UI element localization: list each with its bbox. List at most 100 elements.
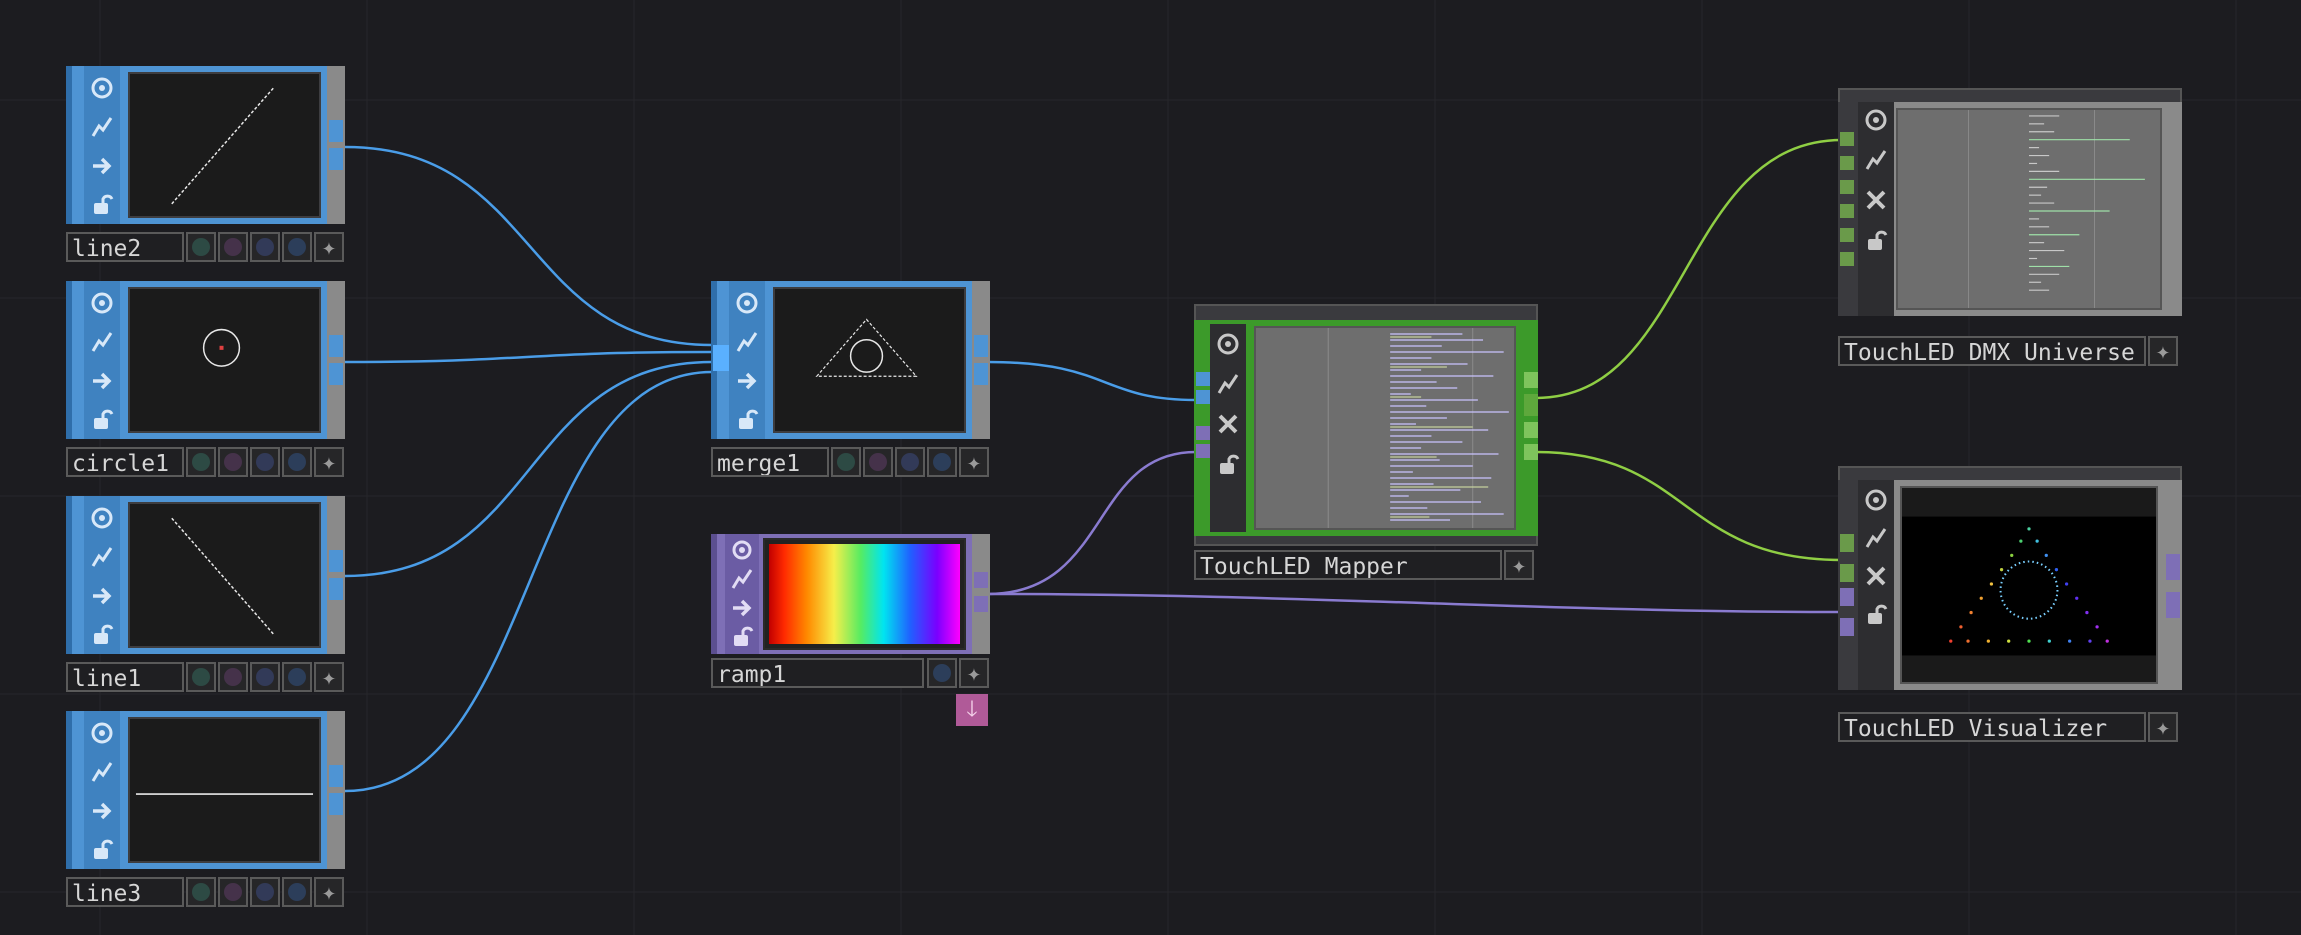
wire-circle1-merge1[interactable] — [344, 350, 713, 364]
bypass-icon[interactable] — [733, 328, 761, 356]
node-line3[interactable]: line3 ✦ — [66, 711, 345, 907]
lock-icon[interactable] — [88, 835, 116, 863]
node-merge1-output-connector-2[interactable] — [974, 363, 988, 385]
display-flag-icon[interactable] — [250, 232, 280, 262]
node-line1-output-connector[interactable] — [329, 550, 343, 572]
render-flag-icon[interactable] — [282, 877, 312, 907]
lock-icon[interactable] — [88, 405, 116, 433]
node-circle1[interactable]: circle1 ✦ — [66, 281, 345, 477]
node-ramp1[interactable]: ramp1 ✦ 🡓 — [711, 534, 990, 728]
render-flag-icon[interactable] — [282, 232, 312, 262]
dmx-input-connector-5[interactable] — [1840, 228, 1854, 242]
node-line1-label[interactable]: line1 — [66, 662, 184, 692]
wire-ramp1-mapper[interactable] — [987, 450, 1197, 596]
display-icon[interactable] — [88, 797, 116, 825]
node-dmx-label[interactable]: TouchLED_DMX_Universe — [1838, 336, 2146, 366]
viewer-active-icon[interactable] — [218, 877, 248, 907]
node-circle1-output-connector-2[interactable] — [329, 363, 343, 385]
node-line1[interactable]: line1 ✦ — [66, 496, 345, 692]
node-line3-output-connector[interactable] — [329, 765, 343, 787]
wire-line2-merge1[interactable] — [344, 145, 713, 347]
mapper-input-connector-1[interactable] — [1196, 372, 1210, 386]
display-flag-icon[interactable] — [250, 877, 280, 907]
visualizer-input-connector-4[interactable] — [1840, 618, 1854, 636]
viewer-icon[interactable] — [728, 536, 756, 564]
render-flag-icon[interactable] — [282, 447, 312, 477]
display-icon[interactable] — [728, 594, 756, 622]
viewer-icon[interactable] — [88, 289, 116, 317]
wire-line1-merge1[interactable] — [344, 360, 713, 578]
node-merge1-label[interactable]: merge1 — [711, 447, 829, 477]
render-flag-icon[interactable] — [282, 662, 312, 692]
mapper-input-connector-2[interactable] — [1196, 390, 1210, 404]
viewer-icon[interactable] — [1862, 486, 1890, 514]
mapper-output-connector-2[interactable] — [1524, 394, 1538, 416]
visualizer-output-connector-2[interactable] — [2166, 592, 2180, 618]
cooking-off-icon[interactable] — [1862, 186, 1890, 214]
bypass-icon[interactable] — [1862, 146, 1890, 174]
node-ramp1-output-connector[interactable] — [974, 572, 988, 588]
lock-icon[interactable] — [733, 405, 761, 433]
node-circle1-output-connector[interactable] — [329, 335, 343, 357]
add-icon[interactable]: ✦ — [1504, 550, 1534, 580]
lock-icon[interactable] — [88, 620, 116, 648]
cooking-off-icon[interactable] — [1214, 410, 1242, 438]
display-icon[interactable] — [88, 367, 116, 395]
cooking-off-icon[interactable] — [831, 447, 861, 477]
node-line2[interactable]: line2 ✦ — [66, 66, 345, 262]
display-icon[interactable] — [88, 582, 116, 610]
add-icon[interactable]: ✦ — [314, 447, 344, 477]
cooking-off-icon[interactable] — [186, 232, 216, 262]
mapper-output-connector-1[interactable] — [1524, 372, 1538, 388]
mapper-output-connector-3[interactable] — [1524, 422, 1538, 438]
node-line2-output-connector-2[interactable] — [329, 148, 343, 170]
cooking-off-icon[interactable] — [186, 662, 216, 692]
mapper-input-connector-3[interactable] — [1196, 426, 1210, 440]
node-visualizer-label[interactable]: TouchLED_Visualizer — [1838, 712, 2146, 742]
node-touchled-visualizer[interactable]: TouchLED_Visualizer ✦ — [1838, 466, 2182, 742]
lock-icon[interactable] — [88, 190, 116, 218]
add-icon[interactable]: ✦ — [959, 447, 989, 477]
node-line2-label[interactable]: line2 — [66, 232, 184, 262]
cooking-off-icon[interactable] — [186, 877, 216, 907]
dmx-input-connector-1[interactable] — [1840, 132, 1854, 146]
add-icon[interactable]: ✦ — [2148, 336, 2178, 366]
bypass-icon[interactable] — [88, 543, 116, 571]
bypass-icon[interactable] — [728, 565, 756, 593]
display-flag-icon[interactable] — [250, 447, 280, 477]
wire-mapper-visualizer[interactable] — [1535, 450, 1843, 562]
bypass-icon[interactable] — [1214, 370, 1242, 398]
lock-icon[interactable] — [728, 622, 756, 650]
bypass-icon[interactable] — [88, 113, 116, 141]
viewer-icon[interactable] — [88, 74, 116, 102]
viewer-active-icon[interactable] — [218, 447, 248, 477]
lock-icon[interactable] — [1862, 226, 1890, 254]
add-icon[interactable]: ✦ — [314, 232, 344, 262]
visualizer-output-connector-1[interactable] — [2166, 554, 2180, 580]
dmx-input-connector-3[interactable] — [1840, 180, 1854, 194]
mapper-output-connector-4[interactable] — [1524, 444, 1538, 460]
display-icon[interactable] — [733, 367, 761, 395]
viewer-active-icon[interactable] — [218, 232, 248, 262]
viewer-active-icon[interactable] — [863, 447, 893, 477]
mapper-input-connector-4[interactable] — [1196, 444, 1210, 458]
display-icon[interactable] — [88, 152, 116, 180]
node-merge1-input-connector[interactable] — [713, 345, 729, 371]
viewer-active-icon[interactable] — [218, 662, 248, 692]
dmx-input-connector-2[interactable] — [1840, 156, 1854, 170]
node-mapper-label[interactable]: TouchLED_Mapper — [1194, 550, 1502, 580]
render-flag-icon[interactable] — [927, 447, 957, 477]
add-icon[interactable]: ✦ — [959, 658, 989, 688]
viewer-icon[interactable] — [733, 289, 761, 317]
node-line3-output-connector-2[interactable] — [329, 793, 343, 815]
wire-mapper-dmx[interactable] — [1535, 138, 1843, 400]
bypass-icon[interactable] — [88, 328, 116, 356]
export-down-icon[interactable]: 🡓 — [956, 694, 988, 726]
node-line3-label[interactable]: line3 — [66, 877, 184, 907]
lock-icon[interactable] — [1214, 450, 1242, 478]
node-merge1[interactable]: merge1 ✦ — [711, 281, 990, 477]
viewer-icon[interactable] — [88, 504, 116, 532]
wire-merge1-mapper[interactable] — [987, 360, 1197, 402]
node-line2-output-connector[interactable] — [329, 120, 343, 142]
cooking-off-icon[interactable] — [186, 447, 216, 477]
